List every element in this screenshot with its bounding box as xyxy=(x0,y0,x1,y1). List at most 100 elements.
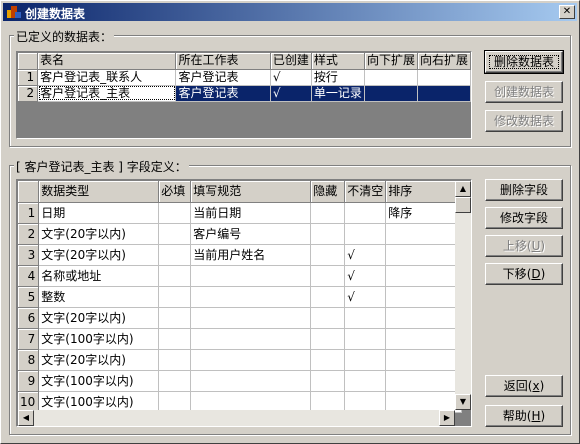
scroll-right-button[interactable]: ▶ xyxy=(439,410,455,426)
field-cell-hidden[interactable] xyxy=(310,223,346,245)
field-row[interactable]: 7 文字(100字以内) xyxy=(18,328,463,350)
field-cell-noclear[interactable]: √ xyxy=(344,244,387,266)
column-header-noclear[interactable]: 不清空 xyxy=(344,181,387,203)
field-cell-noclear[interactable] xyxy=(344,370,387,392)
field-cell-spec[interactable] xyxy=(190,391,312,413)
row-number[interactable]: 1 xyxy=(18,202,40,224)
modify-field-button[interactable]: 修改字段 xyxy=(485,207,563,229)
table-cell[interactable] xyxy=(364,85,418,102)
field-cell-noclear[interactable]: √ xyxy=(344,286,387,308)
table-cell[interactable] xyxy=(417,69,472,86)
field-cell-sort[interactable] xyxy=(385,391,463,413)
row-number[interactable]: 1 xyxy=(18,69,39,86)
field-cell-sort[interactable] xyxy=(385,223,463,245)
scroll-down-button[interactable]: ▼ xyxy=(455,394,471,410)
title-bar[interactable]: 创建数据表 ✕ xyxy=(3,3,577,21)
column-header-down[interactable]: 向下扩展 xyxy=(364,53,418,70)
field-cell-noclear[interactable] xyxy=(344,307,387,329)
field-cell-required[interactable] xyxy=(158,391,192,413)
table-cell[interactable]: 按行 xyxy=(311,69,365,86)
delete-field-button[interactable]: 删除字段 xyxy=(485,179,563,201)
field-cell-required[interactable] xyxy=(158,286,192,308)
field-cell-hidden[interactable] xyxy=(310,328,346,350)
field-definition-grid[interactable]: 数据类型 必填 填写规范 隐藏 不清空 排序 1 日期 当前日期 降序 2 文字(20字以… xyxy=(16,179,472,427)
field-cell-required[interactable] xyxy=(158,202,192,224)
field-row[interactable]: 9 文字(100字以内) xyxy=(18,370,463,392)
column-header-sort[interactable]: 排序 xyxy=(385,181,463,203)
field-cell-noclear[interactable] xyxy=(344,223,387,245)
field-cell-spec[interactable]: 当前日期 xyxy=(190,202,312,224)
field-cell-type[interactable]: 整数 xyxy=(38,286,160,308)
field-cell-sort[interactable] xyxy=(385,244,463,266)
table-cell[interactable]: 单一记录 xyxy=(311,85,365,102)
table-row-selected[interactable]: 2 客户登记表_主表 客户登记表 √ 单一记录 xyxy=(18,85,472,102)
scroll-up-button[interactable]: ▲ xyxy=(455,181,471,197)
field-cell-required[interactable] xyxy=(158,349,192,371)
field-cell-type[interactable]: 文字(20字以内) xyxy=(38,349,160,371)
field-cell-sort[interactable] xyxy=(385,286,463,308)
field-cell-type[interactable]: 文字(100字以内) xyxy=(38,370,160,392)
field-cell-type[interactable]: 日期 xyxy=(38,202,160,224)
field-cell-spec[interactable] xyxy=(190,307,312,329)
close-button[interactable]: ✕ xyxy=(559,5,575,19)
modify-table-button[interactable]: 修改数据表 xyxy=(485,110,563,132)
column-header-required[interactable]: 必填 xyxy=(158,181,192,203)
table-cell[interactable]: 客户登记表 xyxy=(175,69,271,86)
table-cell[interactable]: 客户登记表 xyxy=(175,85,271,102)
field-cell-required[interactable] xyxy=(158,370,192,392)
field-row[interactable]: 6 文字(20字以内) xyxy=(18,307,463,329)
field-cell-spec[interactable] xyxy=(190,286,312,308)
row-number[interactable]: 2 xyxy=(18,223,40,245)
table-cell[interactable]: 客户登记表_联系人 xyxy=(37,69,177,86)
column-header-sheet[interactable]: 所在工作表 xyxy=(175,53,271,70)
row-number[interactable]: 8 xyxy=(18,349,40,371)
field-cell-spec[interactable] xyxy=(190,370,312,392)
table-cell[interactable] xyxy=(417,85,472,102)
field-cell-spec[interactable] xyxy=(190,265,312,287)
table-cell[interactable]: 客户登记表_主表 xyxy=(37,85,177,102)
row-number[interactable]: 10 xyxy=(18,391,40,413)
field-cell-hidden[interactable] xyxy=(310,370,346,392)
column-header-style[interactable]: 样式 xyxy=(311,53,365,70)
column-header-type[interactable]: 数据类型 xyxy=(38,181,160,203)
row-number[interactable]: 9 xyxy=(18,370,40,392)
horizontal-scrollbar[interactable]: ◀ ▶ xyxy=(18,410,455,426)
defined-tables-grid[interactable]: 表名 所在工作表 已创建 样式 向下扩展 向右扩展 1 客户登记表_联系人 客户… xyxy=(16,51,472,139)
field-cell-noclear[interactable]: √ xyxy=(344,265,387,287)
scroll-thumb[interactable] xyxy=(455,197,471,213)
field-cell-hidden[interactable] xyxy=(310,202,346,224)
table-cell[interactable] xyxy=(364,69,418,86)
column-header-spec[interactable]: 填写规范 xyxy=(190,181,312,203)
row-number[interactable]: 7 xyxy=(18,328,40,350)
field-cell-required[interactable] xyxy=(158,328,192,350)
field-cell-hidden[interactable] xyxy=(310,244,346,266)
field-cell-type[interactable]: 文字(100字以内) xyxy=(38,391,160,413)
field-cell-sort[interactable] xyxy=(385,328,463,350)
field-cell-spec[interactable] xyxy=(190,328,312,350)
field-cell-spec[interactable]: 客户编号 xyxy=(190,223,312,245)
table-cell[interactable]: √ xyxy=(270,69,312,86)
field-cell-noclear[interactable] xyxy=(344,349,387,371)
create-table-button[interactable]: 创建数据表 xyxy=(485,81,563,103)
field-cell-spec[interactable] xyxy=(190,349,312,371)
field-cell-noclear[interactable] xyxy=(344,391,387,413)
table-row[interactable]: 1 客户登记表_联系人 客户登记表 √ 按行 xyxy=(18,69,472,86)
field-cell-type[interactable]: 文字(20字以内) xyxy=(38,244,160,266)
field-row[interactable]: 5 整数 √ xyxy=(18,286,463,308)
row-number[interactable]: 3 xyxy=(18,244,40,266)
field-row[interactable]: 1 日期 当前日期 降序 xyxy=(18,202,463,224)
field-cell-sort[interactable] xyxy=(385,307,463,329)
vertical-scrollbar[interactable]: ▲ ▼ xyxy=(455,181,471,410)
help-button[interactable]: 帮助(H) xyxy=(485,405,563,427)
field-cell-sort[interactable] xyxy=(385,349,463,371)
field-cell-sort[interactable]: 降序 xyxy=(385,202,463,224)
column-header-created[interactable]: 已创建 xyxy=(270,53,312,70)
field-cell-type[interactable]: 文字(20字以内) xyxy=(38,307,160,329)
scroll-left-button[interactable]: ◀ xyxy=(18,410,34,426)
field-cell-spec[interactable]: 当前用户姓名 xyxy=(190,244,312,266)
row-number[interactable]: 4 xyxy=(18,265,40,287)
field-cell-noclear[interactable] xyxy=(344,328,387,350)
move-down-button[interactable]: 下移(D) xyxy=(485,263,563,285)
back-button[interactable]: 返回(x) xyxy=(485,375,563,397)
column-header-hidden[interactable]: 隐藏 xyxy=(310,181,346,203)
